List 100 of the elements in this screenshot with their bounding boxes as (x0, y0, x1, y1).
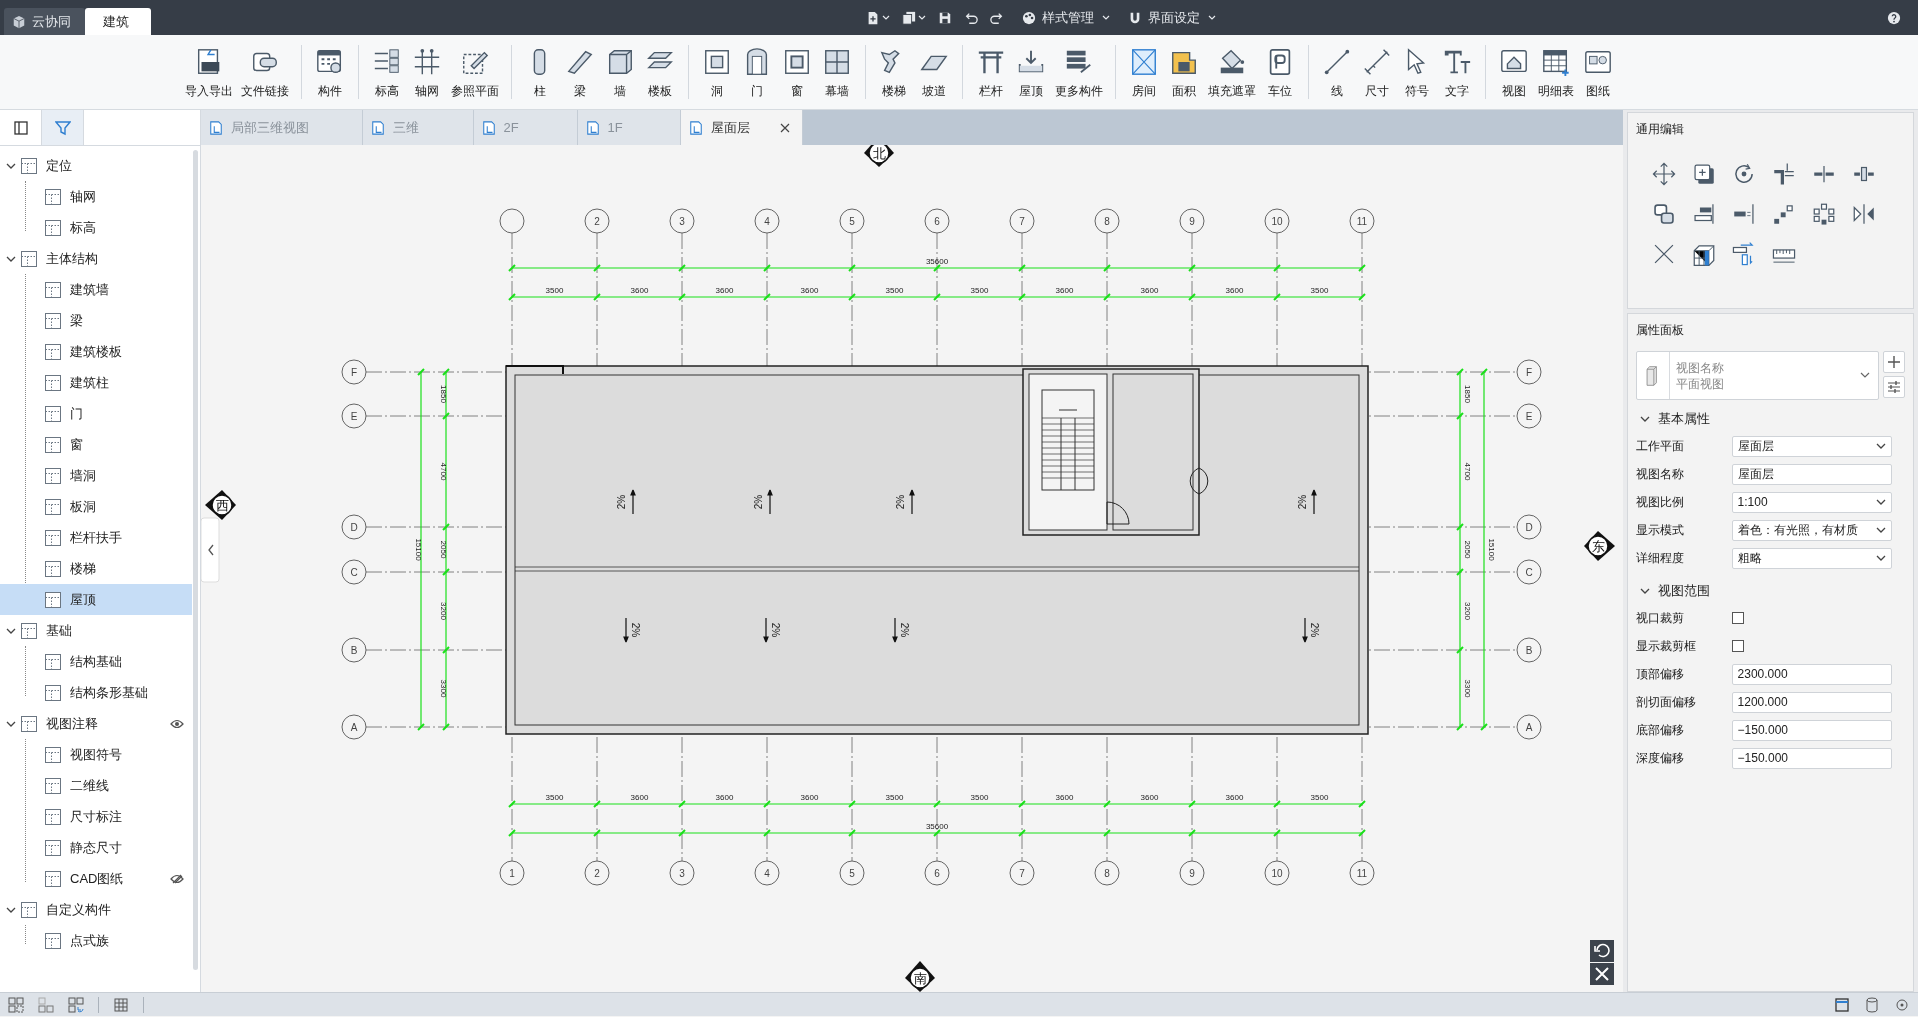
tree-item[interactable]: 板洞 (0, 491, 192, 522)
tree-item[interactable]: 建筑墙 (0, 274, 192, 305)
tree-item[interactable]: 屋顶 (0, 584, 192, 615)
add-button[interactable] (1883, 351, 1905, 373)
dropdown[interactable]: 粗略 (1731, 547, 1892, 569)
ribbon-button[interactable]: 文件链接 (238, 35, 292, 109)
ribbon-button[interactable]: 楼板 (641, 35, 679, 109)
dimension-text: 3600 (715, 286, 733, 295)
ribbon-button[interactable]: 填充遮罩 (1205, 35, 1259, 109)
view-tab[interactable]: 屋面层 (680, 110, 803, 145)
ribbon-button[interactable]: 标高 (368, 35, 406, 109)
ribbon-button[interactable]: 明细表 (1535, 35, 1577, 109)
tree-item[interactable]: 建筑柱 (0, 367, 192, 398)
axis-bubble (1516, 714, 1542, 740)
scrollbar[interactable] (192, 150, 198, 970)
ribbon-button[interactable]: 楼梯 (875, 35, 913, 109)
ribbon-button[interactable]: 导入导出 (182, 35, 236, 109)
ribbon-button[interactable]: 房间 (1125, 35, 1163, 109)
tree-item[interactable]: 标高 (0, 212, 192, 243)
tree-item[interactable]: 自定义构件 (0, 894, 192, 925)
caret-icon[interactable] (1639, 586, 1650, 596)
menu-button[interactable]: 界面设定 (1125, 4, 1219, 31)
ribbon-button[interactable]: 门 (738, 35, 776, 109)
tree-item[interactable]: 定位 (0, 150, 192, 181)
compass-marker[interactable] (204, 490, 236, 520)
compass-marker[interactable] (863, 145, 894, 167)
tree-item[interactable]: 轴网 (0, 181, 192, 212)
slope-label: 2% (752, 494, 764, 510)
tree-item[interactable]: 视图注释 (0, 708, 192, 739)
ribbon-button[interactable]: 视图 (1495, 35, 1533, 109)
ribbon-button[interactable]: 坡道 (915, 35, 953, 109)
compass-marker[interactable] (1583, 531, 1615, 561)
tree-item[interactable]: 栏杆扶手 (0, 522, 192, 553)
tree-item[interactable]: 楼梯 (0, 553, 192, 584)
axis-label: D (350, 522, 358, 533)
ribbon-button[interactable]: 文字 (1438, 35, 1476, 109)
opening-icon (702, 47, 732, 77)
eye-icon[interactable] (169, 718, 184, 729)
palette-icon (1022, 10, 1036, 25)
ribbon-button[interactable]: 面积 (1165, 35, 1203, 109)
dimension-text: 3600 (800, 793, 818, 802)
tree-item[interactable]: 窗 (0, 429, 192, 460)
ribbon-button[interactable]: 更多构件 (1052, 35, 1106, 109)
tree-item[interactable]: 基础 (0, 615, 192, 646)
ribbon-button[interactable]: 符号 (1398, 35, 1436, 109)
ribbon-button[interactable]: 柱 (521, 35, 559, 109)
tree-item[interactable]: 二维线 (0, 770, 192, 801)
tree-item[interactable]: 静态尺寸 (0, 832, 192, 863)
ribbon-button[interactable]: 构件 (311, 35, 349, 109)
tree-item[interactable]: 视图符号 (0, 739, 192, 770)
ribbon-button[interactable]: 线 (1318, 35, 1356, 109)
ribbon-button[interactable]: 车位 (1261, 35, 1299, 109)
dropdown[interactable]: 着色：有光照，有材质 (1731, 519, 1892, 541)
ribbon-button[interactable]: 洞 (698, 35, 736, 109)
caret-icon[interactable] (1639, 414, 1650, 424)
type-selector[interactable]: 视图名称 平面视图 (1635, 351, 1879, 400)
app-tab[interactable]: 云协同 (4, 8, 85, 35)
eye-hidden-icon[interactable] (169, 873, 184, 884)
dropdown[interactable]: 1:100 (1731, 491, 1892, 513)
compass-marker[interactable] (904, 961, 935, 992)
dimension-text: 3500 (885, 286, 903, 295)
ribbon-button[interactable]: 轴网 (408, 35, 446, 109)
checkbox[interactable] (1731, 612, 1744, 624)
menu-button[interactable]: 样式管理 (1019, 4, 1113, 31)
app-tab[interactable]: 建筑 (85, 8, 151, 35)
reset-view-button[interactable] (1589, 940, 1614, 962)
axis-label: 5 (848, 868, 855, 879)
tree-item[interactable]: 建筑楼板 (0, 336, 192, 367)
tree-item[interactable]: 墙洞 (0, 460, 192, 491)
tree-item[interactable]: 尺寸标注 (0, 801, 192, 832)
ribbon-button[interactable]: 窗 (778, 35, 816, 109)
dimension-icon (1362, 47, 1392, 77)
ribbon-button[interactable]: 栏杆 (972, 35, 1010, 109)
tree-item[interactable]: 结构条形基础 (0, 677, 192, 708)
tree-item[interactable]: CAD图纸 (0, 863, 192, 894)
ribbon-button[interactable]: 墙 (601, 35, 639, 109)
input-field[interactable]: 2300.000 (1731, 663, 1892, 685)
ribbon-button[interactable]: 参照平面 (448, 35, 502, 109)
dimension-text: 3600 (1055, 793, 1073, 802)
filter-button[interactable] (42, 110, 84, 145)
close-view-button[interactable] (1589, 963, 1614, 985)
tree-item[interactable]: 结构基础 (0, 646, 192, 677)
settings-button[interactable] (1883, 376, 1905, 398)
tree-item[interactable]: 门 (0, 398, 192, 429)
ribbon-button[interactable]: 幕墙 (818, 35, 856, 109)
tree-item[interactable]: 主体结构 (0, 243, 192, 274)
input-field[interactable]: 屋面层 (1731, 463, 1892, 485)
ribbon-button[interactable]: 图纸 (1579, 35, 1617, 109)
input-field[interactable]: −150.000 (1731, 719, 1892, 741)
ribbon-button[interactable]: 梁 (561, 35, 599, 109)
tree-item[interactable]: 点式族 (0, 925, 192, 956)
ribbon-button[interactable]: 尺寸 (1358, 35, 1396, 109)
ribbon-button[interactable]: 屋顶 (1012, 35, 1050, 109)
dropdown[interactable]: 屋面层 (1731, 435, 1892, 457)
checkbox[interactable] (1731, 640, 1744, 652)
property-label: 底部偏移 (1635, 721, 1685, 739)
tree-item[interactable]: 梁 (0, 305, 192, 336)
input-field[interactable]: 1200.000 (1731, 691, 1892, 713)
input-field[interactable]: −150.000 (1731, 747, 1892, 769)
close-icon[interactable] (779, 122, 790, 133)
